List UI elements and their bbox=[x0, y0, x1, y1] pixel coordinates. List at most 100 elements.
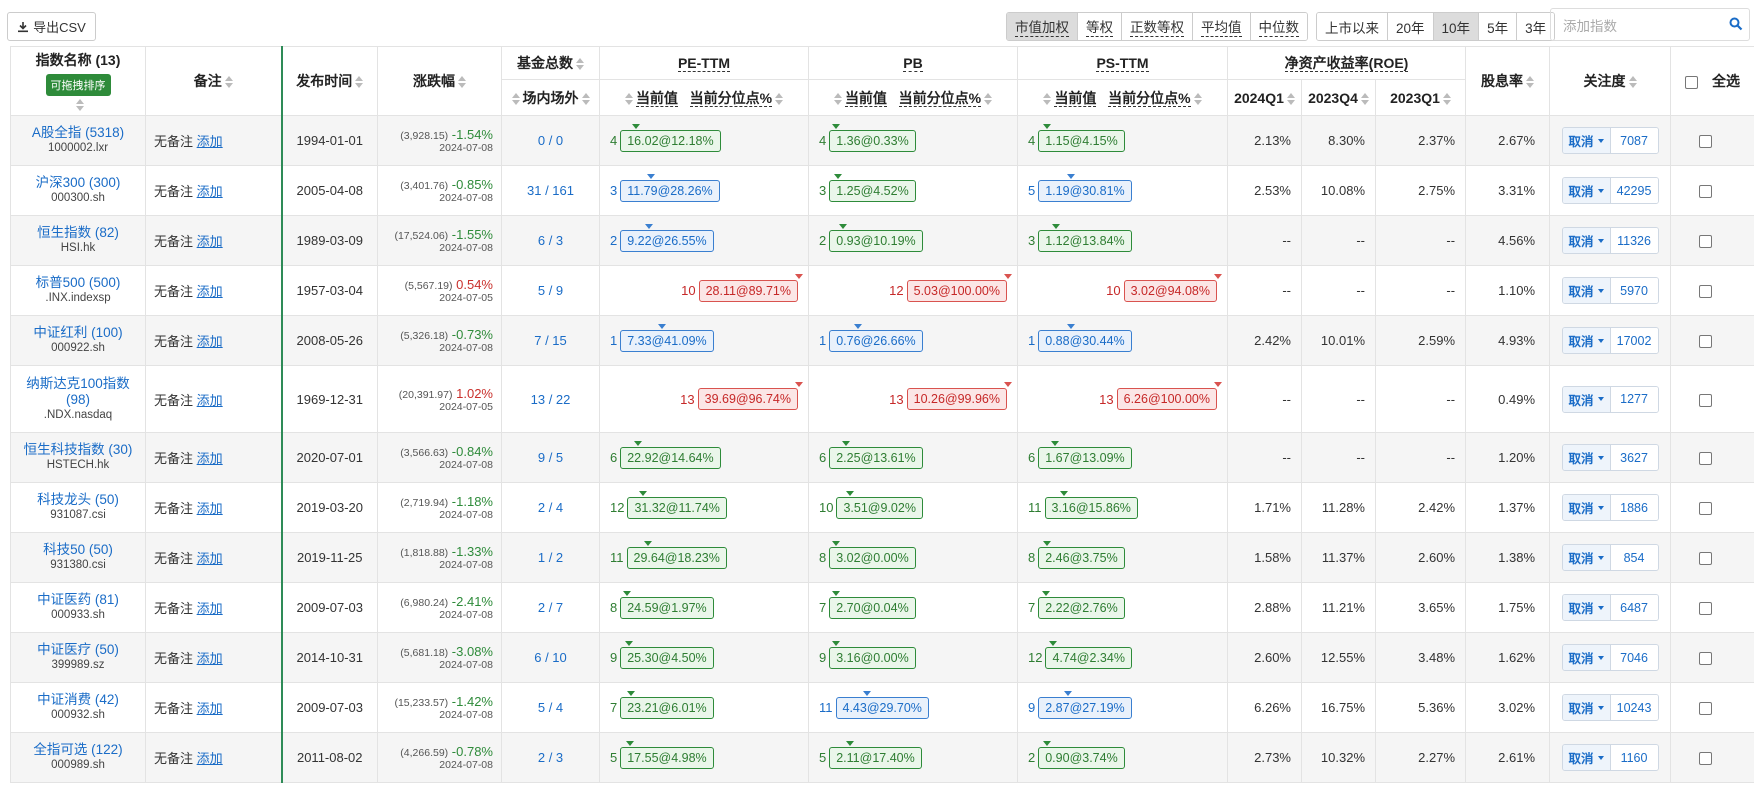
add-note-link[interactable]: 添加 bbox=[197, 601, 223, 616]
ps-value-badge[interactable]: 1.67@13.09% bbox=[1038, 440, 1132, 469]
index-name-link[interactable]: 全指可选 (122) bbox=[11, 742, 145, 758]
pb-value-badge[interactable]: 5.03@100.00% bbox=[906, 273, 1012, 302]
fund-offmarket-link[interactable]: 161 bbox=[552, 183, 574, 198]
period-option[interactable]: 3年 bbox=[1517, 13, 1555, 40]
fund-onmarket-link[interactable]: 6 bbox=[534, 650, 541, 665]
fund-offmarket-link[interactable]: 4 bbox=[556, 500, 563, 515]
fund-onmarket-link[interactable]: 5 bbox=[538, 700, 545, 715]
cancel-follow-button[interactable]: 取消 bbox=[1562, 386, 1611, 412]
row-select-checkbox[interactable] bbox=[1699, 602, 1713, 616]
col-roe-q0[interactable]: 2024Q1 bbox=[1227, 79, 1302, 116]
pe-value-badge[interactable]: 9.22@26.55% bbox=[620, 223, 714, 252]
row-select-checkbox[interactable] bbox=[1699, 752, 1713, 766]
pe-value-badge[interactable]: 23.21@6.01% bbox=[620, 690, 714, 719]
pb-cell[interactable]: 3 1.25@4.52% bbox=[808, 165, 1018, 216]
index-name-link[interactable]: 中证红利 (100) bbox=[11, 325, 145, 341]
ps-cell[interactable]: 6 1.67@13.09% bbox=[1017, 432, 1228, 483]
index-name-link[interactable]: 恒生科技指数 (30) bbox=[11, 442, 145, 458]
pe-cur-pct-label[interactable]: 当前分位点% bbox=[689, 89, 773, 107]
add-note-link[interactable]: 添加 bbox=[197, 751, 223, 766]
pe-value-badge[interactable]: 22.92@14.64% bbox=[620, 440, 721, 469]
index-name-link[interactable]: 中证医疗 (50) bbox=[11, 642, 145, 658]
add-note-link[interactable]: 添加 bbox=[197, 184, 223, 199]
ps-value-badge[interactable]: 2.87@27.19% bbox=[1038, 690, 1132, 719]
pe-cell[interactable]: 1 7.33@41.09% bbox=[599, 315, 809, 366]
ps-value-badge[interactable]: 1.19@30.81% bbox=[1038, 173, 1132, 202]
ps-value-badge[interactable]: 4.74@2.34% bbox=[1045, 640, 1132, 669]
pe-value-badge[interactable]: 7.33@41.09% bbox=[620, 323, 714, 352]
col-ps-label[interactable]: PS-TTM bbox=[1096, 55, 1149, 72]
add-note-link[interactable]: 添加 bbox=[197, 501, 223, 516]
pe-cell[interactable]: 9 25.30@4.50% bbox=[599, 632, 809, 683]
ps-value-badge[interactable]: 2.22@2.76% bbox=[1038, 590, 1125, 619]
index-name-link[interactable]: 恒生指数 (82) bbox=[11, 225, 145, 241]
sort-icon[interactable] bbox=[1193, 92, 1202, 105]
pb-cell[interactable]: 1 0.76@26.66% bbox=[808, 315, 1018, 366]
ps-cell[interactable]: 11 3.16@15.86% bbox=[1017, 482, 1228, 533]
sort-icon[interactable] bbox=[1043, 92, 1052, 105]
fund-offmarket-link[interactable]: 15 bbox=[552, 333, 566, 348]
fund-offmarket-link[interactable]: 3 bbox=[556, 750, 563, 765]
cancel-follow-button[interactable]: 取消 bbox=[1562, 178, 1611, 203]
weight-option[interactable]: 市值加权 bbox=[1007, 13, 1078, 40]
row-select-checkbox[interactable] bbox=[1699, 393, 1713, 407]
cancel-follow-button[interactable]: 取消 bbox=[1562, 445, 1611, 470]
pe-value-badge[interactable]: 31.32@11.74% bbox=[627, 490, 727, 519]
pb-cell[interactable]: 4 1.36@0.33% bbox=[808, 115, 1018, 166]
ps-cell[interactable]: 5 1.19@30.81% bbox=[1017, 165, 1228, 216]
pb-cur-val-label[interactable]: 当前值 bbox=[844, 89, 887, 107]
fund-offmarket-link[interactable]: 3 bbox=[556, 233, 563, 248]
pb-cell[interactable]: 10 3.51@9.02% bbox=[808, 482, 1018, 533]
ps-cell[interactable]: 10 3.02@94.08% bbox=[1017, 265, 1228, 316]
period-option[interactable]: 20年 bbox=[1388, 13, 1434, 40]
row-select-checkbox[interactable] bbox=[1699, 552, 1713, 566]
index-name-link[interactable]: 科技50 (50) bbox=[11, 542, 145, 558]
col-select-all[interactable]: 全选 bbox=[1670, 46, 1754, 116]
pe-cell[interactable]: 10 28.11@89.71% bbox=[599, 265, 809, 316]
sort-icon[interactable] bbox=[1286, 92, 1295, 105]
ps-cell[interactable]: 1 0.88@30.44% bbox=[1017, 315, 1228, 366]
col-roe-q1[interactable]: 2023Q4 bbox=[1301, 79, 1376, 116]
sort-icon[interactable] bbox=[511, 92, 520, 105]
cancel-follow-button[interactable]: 取消 bbox=[1562, 278, 1611, 303]
weight-option[interactable]: 等权 bbox=[1078, 13, 1122, 40]
pe-value-badge[interactable]: 25.30@4.50% bbox=[620, 640, 714, 669]
ps-value-badge[interactable]: 3.16@15.86% bbox=[1044, 490, 1138, 519]
ps-value-badge[interactable]: 0.88@30.44% bbox=[1038, 323, 1132, 352]
fund-onmarket-link[interactable]: 6 bbox=[538, 233, 545, 248]
pe-cell[interactable]: 6 22.92@14.64% bbox=[599, 432, 809, 483]
add-note-link[interactable]: 添加 bbox=[197, 651, 223, 666]
period-option[interactable]: 5年 bbox=[1479, 13, 1518, 40]
col-dividend[interactable]: 股息率 bbox=[1465, 46, 1551, 116]
pb-value-badge[interactable]: 3.51@9.02% bbox=[836, 490, 923, 519]
cancel-follow-button[interactable]: 取消 bbox=[1562, 695, 1611, 720]
cancel-follow-button[interactable]: 取消 bbox=[1562, 645, 1611, 670]
pb-value-badge[interactable]: 1.36@0.33% bbox=[829, 123, 916, 152]
drag-sort-tag[interactable]: 可拖拽排序 bbox=[45, 74, 111, 96]
pe-value-badge[interactable]: 28.11@89.71% bbox=[698, 273, 803, 302]
pb-value-badge[interactable]: 10.26@99.96% bbox=[906, 382, 1012, 410]
col-roe-label[interactable]: 净资产收益率(ROE) bbox=[1284, 55, 1409, 72]
add-note-link[interactable]: 添加 bbox=[197, 284, 223, 299]
pb-value-badge[interactable]: 0.76@26.66% bbox=[829, 323, 923, 352]
pb-cell[interactable]: 11 4.43@29.70% bbox=[808, 682, 1018, 733]
pe-value-badge[interactable]: 24.59@1.97% bbox=[620, 590, 714, 619]
fund-offmarket-link[interactable]: 22 bbox=[556, 392, 570, 407]
sort-icon[interactable] bbox=[833, 92, 842, 105]
index-name-link[interactable]: 纳斯达克100指数 (98) bbox=[11, 376, 145, 408]
sort-icon[interactable] bbox=[458, 76, 466, 89]
fund-offmarket-link[interactable]: 2 bbox=[556, 550, 563, 565]
col-name[interactable]: 指数名称 (13) 可拖拽排序 bbox=[10, 46, 146, 116]
col-change[interactable]: 涨跌幅 bbox=[377, 46, 502, 116]
sort-icon[interactable] bbox=[581, 92, 590, 105]
col-note[interactable]: 备注 bbox=[145, 46, 283, 116]
pb-value-badge[interactable]: 3.02@0.00% bbox=[829, 540, 916, 569]
sort-icon[interactable] bbox=[1442, 92, 1451, 105]
period-option[interactable]: 上市以来 bbox=[1317, 13, 1388, 40]
col-fund-total[interactable]: 基金总数 bbox=[501, 46, 600, 80]
pb-value-badge[interactable]: 2.70@0.04% bbox=[829, 590, 916, 619]
fund-offmarket-link[interactable]: 5 bbox=[556, 450, 563, 465]
fund-offmarket-link[interactable]: 4 bbox=[556, 700, 563, 715]
fund-onmarket-link[interactable]: 13 bbox=[531, 392, 545, 407]
weight-option[interactable]: 正数等权 bbox=[1122, 13, 1193, 40]
